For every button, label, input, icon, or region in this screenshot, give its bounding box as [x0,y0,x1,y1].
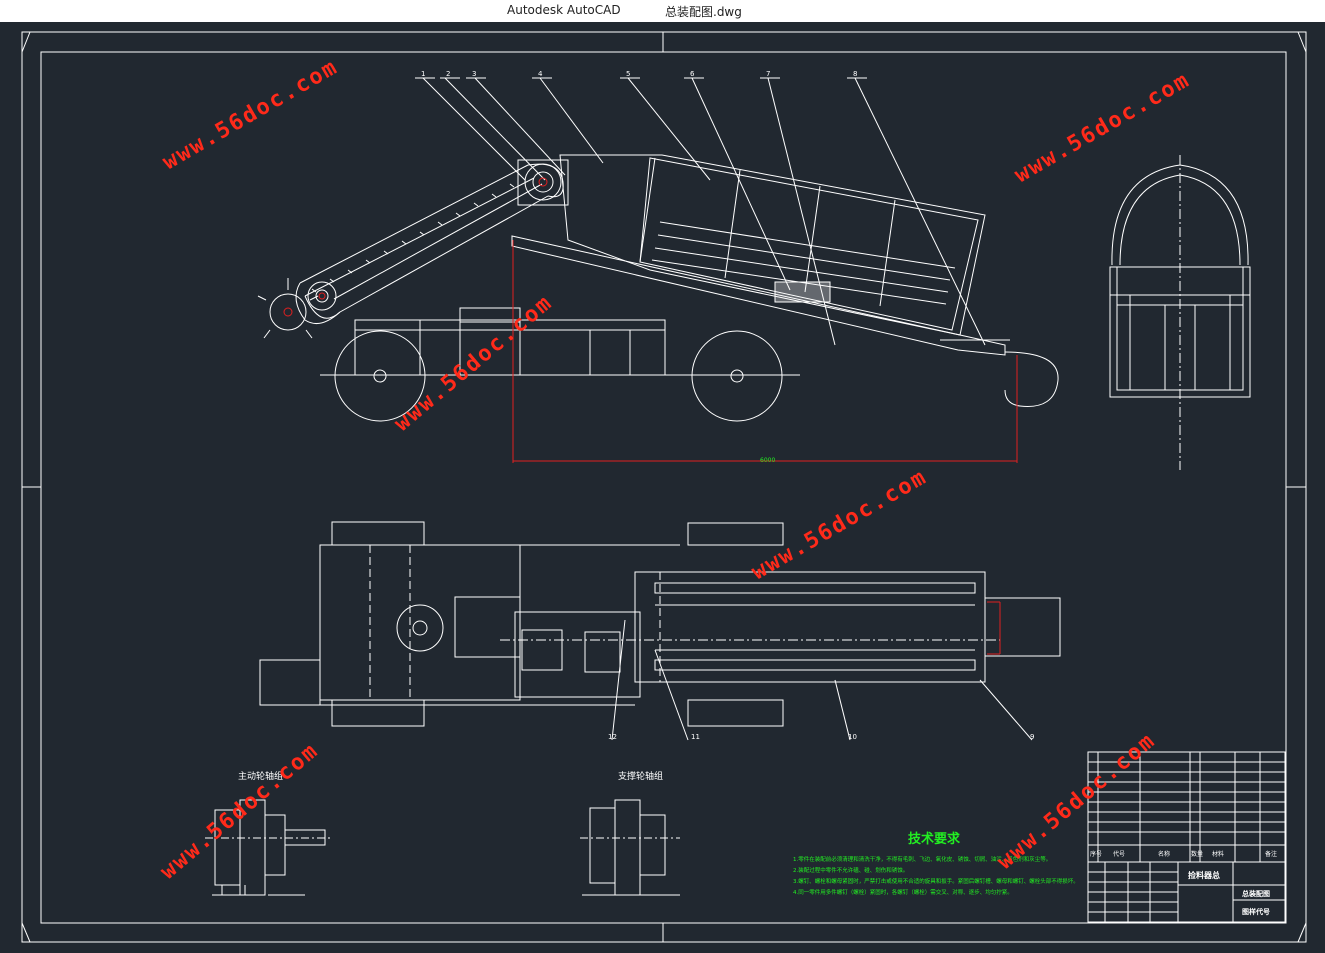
drawing-code: 图样代号 [1242,907,1270,916]
balloon-3: 3 [472,70,476,78]
outlet-hood [1004,351,1059,407]
balloon-8: 8 [853,70,857,78]
col-label-remark: 备注 [1265,850,1277,858]
part-name: 捡料器总 [1188,870,1220,880]
screen-drum [559,154,986,336]
drawing-canvas[interactable]: 1 2 3 4 5 6 7 8 9 10 11 12 6000 主动轮轴组 支撑… [0,22,1325,953]
tech-line-3: 3.螺钉、螺栓和螺母紧固时，严禁打击或使用不合适的旋具和扳手。紧固后螺钉槽、螺母… [793,877,1079,885]
watermark-4: www.56doc.com [748,464,932,585]
app-name: Autodesk AutoCAD [507,3,621,17]
balloon-10: 10 [848,733,857,741]
side-view [1109,155,1251,470]
balloon-4: 4 [538,70,543,78]
balloon-2: 2 [446,70,450,78]
drive-sprocket [307,159,569,311]
watermark-6: www.56doc.com [993,728,1161,875]
col-label-no: 序号 [1090,850,1102,858]
cad-drawing: 1 2 3 4 5 6 7 8 9 10 11 12 6000 主动轮轴组 支撑… [21,31,1307,943]
tech-line-2: 2.装配过程中零件不允许磕、碰、划伤和锈蚀。 [793,866,908,874]
dimension-text: 6000 [760,457,775,464]
window-titlebar: Autodesk AutoCAD 总装配图.dwg [0,0,1325,22]
watermarks: www.56doc.com www.56doc.com www.56doc.co… [156,54,1195,884]
balloon-7: 7 [766,70,770,78]
chassis [320,235,1010,376]
outer-frame [21,31,1307,943]
col-label-qty: 数量 [1191,850,1203,858]
col-label-material: 材料 [1212,850,1224,858]
tech-line-4: 4.同一零件用多件螺钉（螺栓）紧固时，各螺钉（螺栓）需交叉、对称、逐步、均匀拧紧… [793,888,1013,896]
watermark-3: www.56doc.com [390,290,558,437]
detail-right-title: 支撑轮轴组 [618,770,663,782]
balloon-5: 5 [626,70,630,78]
balloon-6: 6 [690,70,695,78]
balloon-12: 12 [608,733,617,741]
tech-title: 技术要求 [908,831,961,847]
balloon-9: 9 [1030,733,1034,741]
balloon-1: 1 [421,70,425,78]
detail-support-shaft [580,799,680,896]
drawing-name: 总装配图 [1242,889,1270,898]
balloon-11: 11 [691,733,700,741]
document-name[interactable]: 总装配图.dwg [665,3,742,20]
top-view [259,521,1061,741]
watermark-2: www.56doc.com [1011,67,1195,188]
rear-wheel [691,330,783,422]
chain-belt [295,163,564,325]
col-label-code: 代号 [1113,850,1125,858]
watermark-1: www.56doc.com [159,54,343,175]
col-label-name: 名称 [1158,850,1170,858]
